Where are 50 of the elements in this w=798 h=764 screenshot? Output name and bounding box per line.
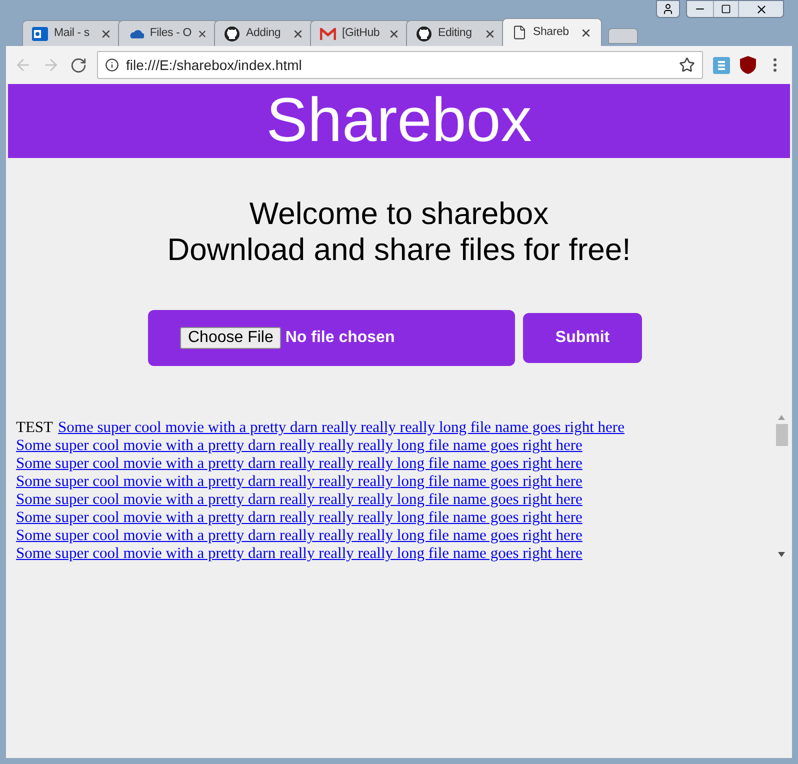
file-status-text: No file chosen (285, 328, 395, 348)
scroll-down-icon[interactable] (778, 552, 785, 557)
browser-tab[interactable]: Mail - s (22, 20, 122, 46)
submit-button[interactable]: Submit (523, 313, 642, 363)
tab-title: Files - O (150, 26, 192, 41)
file-link[interactable]: Some super cool movie with a pretty darn really really really long file name goes right here (16, 509, 582, 527)
close-icon[interactable] (388, 28, 400, 40)
tab-title: Shareb (533, 24, 570, 40)
file-link[interactable]: Some super cool movie with a pretty darn really really really long file name goes right here (16, 437, 582, 455)
browser-tab[interactable]: Files - O (118, 20, 218, 46)
site-title: Sharebox (266, 90, 532, 152)
browser-tab[interactable]: [GitHub (310, 20, 410, 46)
close-icon[interactable] (754, 2, 768, 16)
url-text: file:///E:/sharebox/index.html (126, 56, 303, 74)
page-icon (512, 25, 527, 40)
maximize-icon[interactable] (721, 4, 731, 14)
file-link[interactable]: Some super cool movie with a pretty darn really really really long file name goes right here (58, 419, 624, 437)
file-link[interactable]: Some super cool movie with a pretty darn really really really long file name goes right here (16, 473, 582, 491)
scrollbar-thumb[interactable] (776, 424, 788, 446)
profile-button[interactable] (656, 0, 680, 18)
file-link[interactable]: Some super cool movie with a pretty darn really really really long file name goes right here (16, 527, 582, 545)
file-link[interactable]: Some super cool movie with a pretty darn really really really long file name goes right here (16, 491, 582, 509)
shield-icon[interactable] (740, 56, 756, 74)
file-link[interactable]: Some super cool movie with a pretty darn really really really long file name goes right here (16, 545, 582, 563)
choose-file-button[interactable]: Choose File (180, 327, 282, 349)
tab-title: Mail - s (54, 26, 90, 41)
file-link[interactable]: Some super cool movie with a pretty darn really really really long file name goes right here (16, 455, 582, 473)
reload-icon[interactable] (70, 56, 87, 74)
test-label: TEST (16, 419, 54, 437)
info-icon (105, 58, 119, 72)
browser-tab[interactable]: Shareb (502, 18, 602, 46)
cloud-icon (128, 28, 144, 40)
star-icon[interactable] (679, 57, 695, 73)
tab-title: [GitHub (342, 26, 381, 41)
tab-title: Editing (438, 26, 473, 41)
welcome-text: Welcome to sharebox (249, 196, 549, 232)
browser-tab[interactable]: Adding (214, 20, 314, 46)
cat-silhouette-icon (224, 26, 240, 42)
close-icon[interactable] (484, 28, 496, 40)
address-bar[interactable]: file:///E:/sharebox/index.html (97, 51, 703, 79)
person-icon[interactable] (662, 3, 674, 15)
cat-silhouette-icon (416, 26, 432, 42)
envelope-m-icon (320, 28, 336, 40)
welcome-text: Download and share files for free! (167, 232, 631, 268)
tab-title: Adding (246, 26, 282, 41)
close-icon[interactable] (292, 28, 304, 40)
mail-icon (32, 26, 48, 42)
close-icon[interactable] (100, 28, 112, 40)
close-icon[interactable] (580, 26, 592, 38)
extension-icon[interactable] (713, 56, 730, 74)
